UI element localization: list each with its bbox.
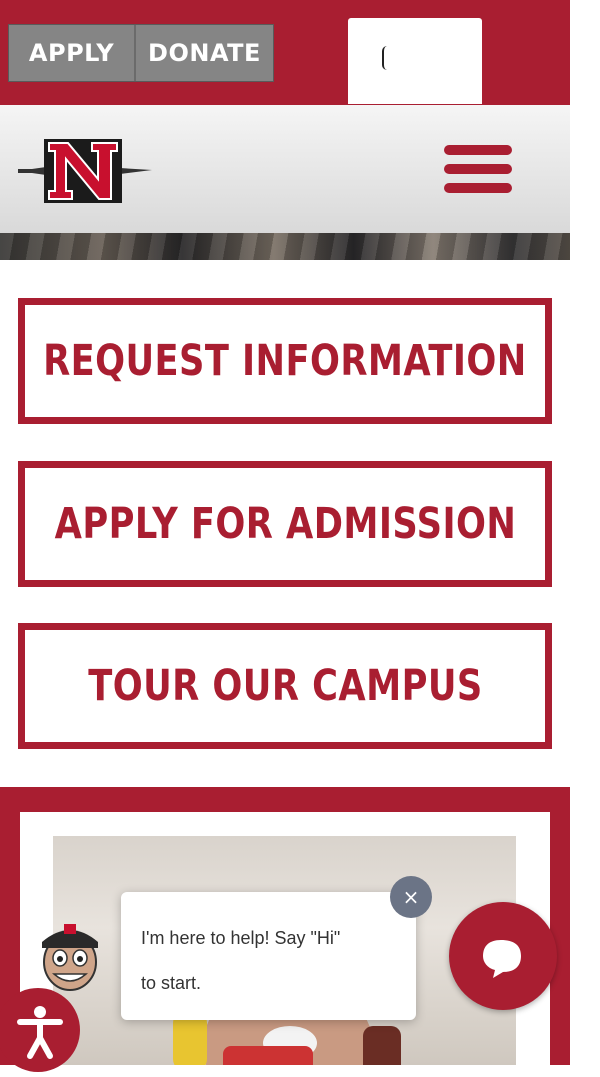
chat-message-line1: I'm here to help! Say "Hi" xyxy=(141,928,341,948)
close-icon[interactable]: × xyxy=(390,876,432,918)
menu-bar-top xyxy=(444,145,512,155)
university-logo[interactable] xyxy=(16,135,152,207)
photo-hand xyxy=(363,1026,401,1065)
top-utility-bar: APPLY DONATE xyxy=(0,0,570,105)
tour-our-campus-label: TOUR OUR CAMPUS xyxy=(87,661,483,711)
chat-message: I'm here to help! Say "Hi" to start. xyxy=(141,916,401,1006)
chat-launcher-button[interactable] xyxy=(449,902,557,1010)
chat-message-bubble[interactable]: I'm here to help! Say "Hi" to start. xyxy=(121,892,416,1020)
main-nav-bar xyxy=(0,105,570,233)
menu-bar-bottom xyxy=(444,183,512,193)
request-information-button[interactable]: REQUEST INFORMATION xyxy=(18,298,552,424)
chat-bubble-icon xyxy=(483,940,521,978)
accessibility-icon xyxy=(17,1006,63,1059)
apply-button[interactable]: APPLY xyxy=(9,25,136,81)
photo-shirt xyxy=(223,1046,313,1065)
tour-our-campus-button[interactable]: TOUR OUR CAMPUS xyxy=(18,623,552,749)
search-icon xyxy=(382,46,387,70)
donate-button[interactable]: DONATE xyxy=(136,25,273,81)
accessibility-button[interactable] xyxy=(0,988,80,1072)
hero-image-strip xyxy=(0,233,570,260)
request-information-label: REQUEST INFORMATION xyxy=(43,336,527,386)
apply-for-admission-label: APPLY FOR ADMISSION xyxy=(54,499,516,549)
hamburger-menu-icon[interactable] xyxy=(444,145,512,197)
menu-bar-middle xyxy=(444,164,512,174)
mascot-avatar-icon xyxy=(42,924,98,991)
apply-for-admission-button[interactable]: APPLY FOR ADMISSION xyxy=(18,461,552,587)
chat-message-line2: to start. xyxy=(141,973,202,993)
top-button-group: APPLY DONATE xyxy=(8,24,274,82)
search-box[interactable] xyxy=(348,18,494,104)
search-input[interactable] xyxy=(380,47,494,75)
